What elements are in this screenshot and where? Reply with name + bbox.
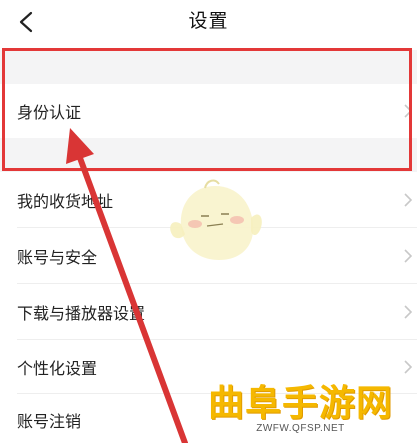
settings-item-label: 身份认证 (17, 103, 82, 122)
settings-item-account-cancellation[interactable]: 账号注销 (0, 394, 417, 443)
settings-item-account-security[interactable]: 账号与安全 (0, 228, 417, 284)
settings-item-download-player[interactable]: 下载与播放器设置 (0, 284, 417, 340)
settings-item-label: 我的收货地址 (17, 192, 114, 211)
chevron-right-icon (404, 193, 413, 207)
chevron-right-icon (404, 249, 413, 263)
settings-item-label: 下载与播放器设置 (17, 304, 146, 323)
page-title: 设置 (188, 10, 229, 32)
settings-item-label: 账号注销 (17, 412, 82, 431)
chevron-right-icon (404, 305, 413, 319)
chevron-right-icon (404, 360, 413, 374)
settings-item-identity-verification[interactable]: 身份认证 (0, 84, 417, 138)
section-spacer (0, 138, 417, 172)
settings-item-shipping-address[interactable]: 我的收货地址 (0, 172, 417, 228)
chevron-right-icon (404, 104, 413, 118)
settings-item-label: 账号与安全 (17, 248, 98, 267)
settings-item-personalization[interactable]: 个性化设置 (0, 340, 417, 394)
settings-item-label: 个性化设置 (17, 359, 98, 378)
section-spacer (0, 50, 417, 84)
top-bar: 设置 (0, 0, 417, 44)
